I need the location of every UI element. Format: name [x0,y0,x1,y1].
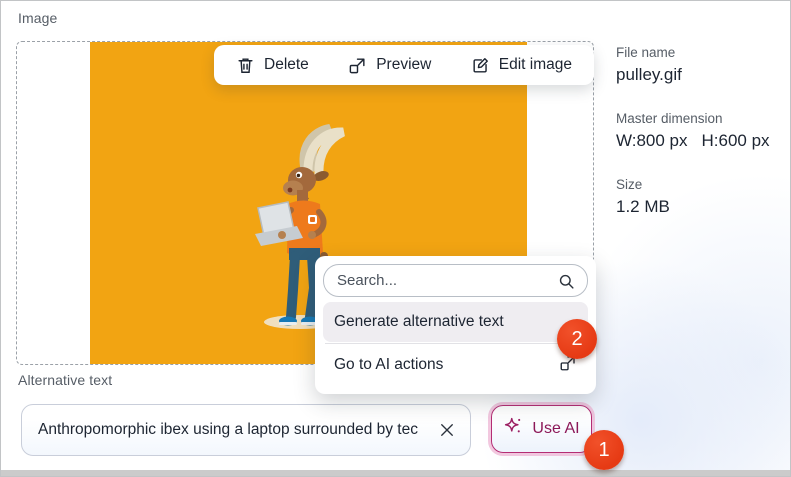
clear-alt-text-button[interactable] [436,421,470,439]
step-badge-2: 2 [557,319,597,359]
use-ai-button[interactable]: Use AI [491,405,592,453]
popout-icon [348,56,367,75]
search-input[interactable] [324,272,587,289]
window-bottom-edge [1,470,790,476]
search-icon [557,272,576,296]
master-dimension-value: W:800 pxH:600 px [616,131,781,151]
master-dimension-label: Master dimension [616,111,781,126]
file-name-value: pulley.gif [616,65,781,85]
size-label: Size [616,177,781,192]
ai-actions-dropdown: Generate alternative text Go to AI actio… [315,256,596,394]
delete-label: Delete [264,56,309,74]
trash-icon [236,56,255,75]
size-value: 1.2 MB [616,197,781,217]
preview-button[interactable]: Preview [348,56,431,75]
image-toolbar: Delete Preview Edit image [214,45,594,85]
alt-text-input[interactable] [22,421,436,439]
edit-icon [471,56,490,75]
delete-button[interactable]: Delete [236,56,309,75]
step-badge-1: 1 [584,430,624,470]
image-properties-panel: Image [0,0,791,477]
alt-text-field [21,404,471,456]
file-name-label: File name [616,45,781,60]
preview-label: Preview [376,56,431,74]
sparkle-icon [503,416,524,442]
dropdown-search [323,264,588,297]
menu-item-generate-alt-text[interactable]: Generate alternative text [323,302,588,342]
edit-image-button[interactable]: Edit image [471,56,572,75]
menu-divider [325,343,586,344]
menu-item-go-to-ai-actions[interactable]: Go to AI actions [323,345,588,385]
use-ai-label: Use AI [532,420,579,438]
close-icon [438,421,456,439]
edit-image-label: Edit image [499,56,572,74]
file-info-panel: File name pulley.gif Master dimension W:… [616,45,781,217]
alt-text-label: Alternative text [18,372,112,388]
image-section-label: Image [18,10,57,26]
